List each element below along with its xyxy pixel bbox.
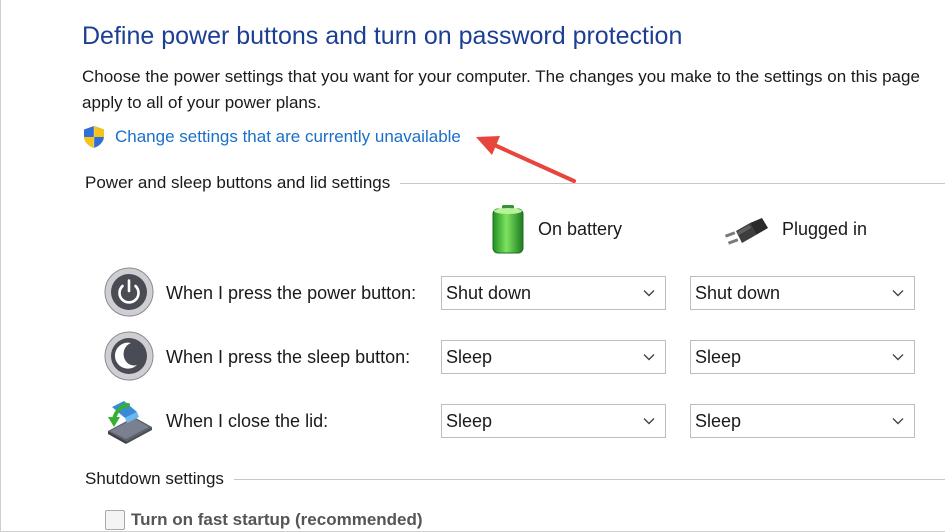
select-value: Shut down [446,282,532,303]
section-divider [233,478,945,480]
chevron-down-icon [643,354,655,361]
sleep-button-icon [104,331,154,381]
power-section-heading: Power and sleep buttons and lid settings [85,173,391,192]
battery-icon [492,205,524,254]
change-settings-link[interactable]: Change settings that are currently unava… [82,124,461,150]
change-settings-link-label[interactable]: Change settings that are currently unava… [115,127,461,147]
sleep-button-label: When I press the sleep button: [166,347,411,367]
page-description: Choose the power settings that you want … [82,67,920,112]
power-button-label: When I press the power button: [166,283,417,303]
lid-close-label: When I close the lid: [166,411,329,431]
column-plugged-in: Plugged in [722,204,867,254]
power-button-icon [104,267,154,317]
sleep-button-battery-select[interactable]: Sleep [441,340,666,374]
page-title: Define power buttons and turn on passwor… [82,22,683,50]
chevron-down-icon [643,290,655,297]
fast-startup-option[interactable]: Turn on fast startup (recommended) [105,509,423,531]
fast-startup-checkbox[interactable] [105,510,125,530]
column-label-plugged: Plugged in [782,218,868,239]
fast-startup-label: Turn on fast startup (recommended) [131,510,423,529]
select-value: Sleep [695,410,742,431]
laptop-lid-icon [108,401,152,444]
select-value: Shut down [695,282,781,303]
column-on-battery: On battery [488,204,622,254]
sleep-button-plugged-select[interactable]: Sleep [690,340,915,374]
lid-close-plugged-select[interactable]: Sleep [690,404,915,438]
chevron-down-icon [892,354,904,361]
power-section-header: Power and sleep buttons and lid settings [85,171,945,195]
shutdown-section-header: Shutdown settings [85,467,945,491]
chevron-down-icon [643,418,655,425]
column-label-battery: On battery [538,218,623,239]
power-plug-icon [724,218,768,245]
section-divider [400,182,945,184]
shutdown-section-heading: Shutdown settings [85,469,224,488]
power-button-plugged-select[interactable]: Shut down [690,276,915,310]
select-value: Sleep [446,410,493,431]
power-button-battery-select[interactable]: Shut down [441,276,666,310]
lid-close-battery-select[interactable]: Sleep [441,404,666,438]
select-value: Sleep [695,346,742,367]
select-value: Sleep [446,346,493,367]
uac-shield-icon [84,126,104,148]
chevron-down-icon [892,290,904,297]
chevron-down-icon [892,418,904,425]
